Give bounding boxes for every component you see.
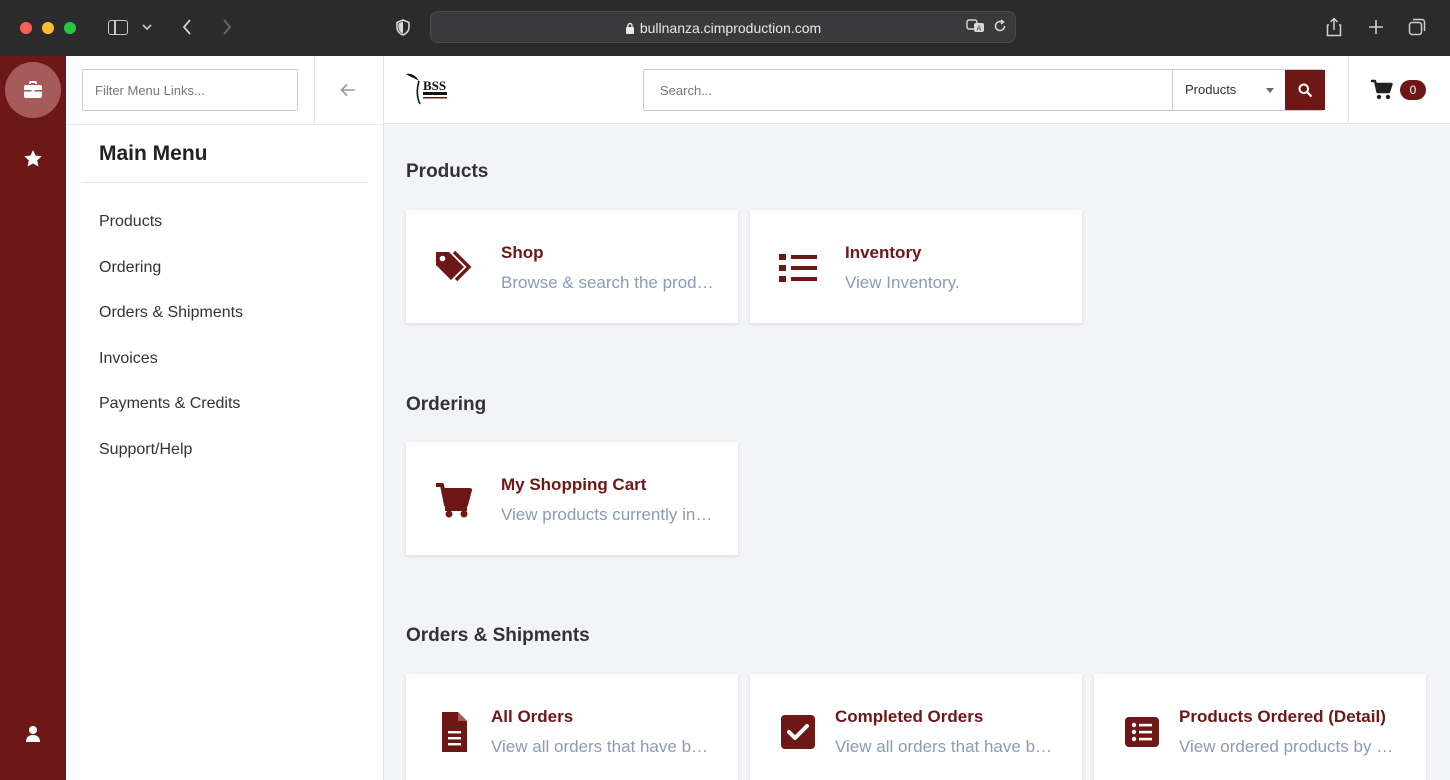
logo-mark-icon: BSS	[406, 73, 447, 105]
menu-title: Main Menu	[99, 142, 208, 165]
card-inventory[interactable]: Inventory View Inventory.	[750, 210, 1082, 323]
check-square-icon	[776, 710, 820, 754]
url-text: bullnanza.cimproduction.com	[431, 20, 1015, 36]
card-description: View all orders that have been placed.	[491, 737, 713, 756]
browser-toolbar: bullnanza.cimproduction.com A	[0, 0, 1450, 56]
section-title-orders-shipments: Orders & Shipments	[406, 625, 590, 646]
tags-icon	[432, 246, 476, 290]
tab-overview-icon[interactable]	[1406, 14, 1428, 40]
app-icon-rail	[0, 56, 66, 780]
back-icon[interactable]	[178, 14, 196, 40]
shopping-cart-icon	[1371, 79, 1393, 100]
card-title: Completed Orders	[835, 707, 984, 726]
card-description: View all orders that have been completed…	[835, 737, 1057, 756]
collapse-menu-button[interactable]	[336, 78, 360, 102]
cart-button[interactable]: 0	[1370, 79, 1430, 103]
card-title: Products Ordered (Detail)	[1179, 707, 1386, 726]
menu-list: Products Ordering Orders & Shipments Inv…	[99, 213, 243, 486]
card-shop[interactable]: Shop Browse & search the products.	[406, 210, 738, 323]
document-icon	[432, 710, 476, 754]
cart-icon	[432, 478, 476, 522]
forward-icon[interactable]	[218, 14, 236, 40]
company-logo[interactable]: BSS	[404, 68, 454, 112]
briefcase-icon	[24, 81, 42, 98]
card-all-orders[interactable]: All Orders View all orders that have bee…	[406, 674, 738, 780]
search-bar: Products	[643, 69, 1325, 111]
share-icon[interactable]	[1324, 14, 1344, 40]
search-input[interactable]	[644, 70, 1172, 110]
section-title-ordering: Ordering	[406, 394, 487, 415]
address-bar[interactable]: bullnanza.cimproduction.com A	[430, 11, 1016, 43]
menu-item-products[interactable]: Products	[99, 213, 243, 259]
menu-item-invoices[interactable]: Invoices	[99, 350, 243, 396]
svg-text:BSS: BSS	[423, 78, 446, 93]
rail-item-menu[interactable]	[5, 62, 61, 118]
svg-text:A: A	[977, 25, 982, 33]
minimize-window-button[interactable]	[42, 22, 54, 34]
card-description: Browse & search the products.	[501, 273, 716, 292]
panel-divider	[314, 56, 315, 124]
zoom-window-button[interactable]	[64, 22, 76, 34]
menu-item-support-help[interactable]: Support/Help	[99, 441, 243, 487]
search-scope-value: Products	[1185, 82, 1237, 97]
card-title: Inventory	[845, 243, 922, 262]
menu-item-payments-credits[interactable]: Payments & Credits	[99, 395, 243, 441]
card-completed-orders[interactable]: Completed Orders View all orders that ha…	[750, 674, 1082, 780]
section-title-products: Products	[406, 161, 489, 182]
new-tab-icon[interactable]	[1366, 14, 1386, 40]
menu-title-divider	[82, 182, 368, 183]
arrow-left-icon	[340, 83, 355, 97]
menu-item-ordering[interactable]: Ordering	[99, 259, 243, 305]
reload-icon[interactable]	[993, 19, 1007, 38]
lock-icon	[625, 22, 634, 34]
chevron-down-icon[interactable]	[140, 14, 154, 40]
card-description: View Inventory.	[845, 273, 960, 292]
card-title: My Shopping Cart	[501, 475, 647, 494]
close-window-button[interactable]	[20, 22, 32, 34]
cart-count-badge: 0	[1400, 80, 1426, 100]
card-description: View ordered products by order.	[1179, 737, 1401, 756]
sidebar-toggle-icon[interactable]	[108, 20, 128, 35]
card-title: All Orders	[491, 707, 574, 726]
list-alt-icon	[1120, 710, 1164, 754]
card-products-ordered-detail[interactable]: Products Ordered (Detail) View ordered p…	[1094, 674, 1426, 780]
card-title: Shop	[501, 243, 544, 262]
menu-item-orders-shipments[interactable]: Orders & Shipments	[99, 304, 243, 350]
rail-item-account[interactable]	[5, 706, 61, 762]
user-icon	[26, 726, 40, 742]
caret-down-icon	[1266, 88, 1274, 93]
app-header: BSS Products 0	[384, 56, 1450, 124]
search-scope-select[interactable]: Products	[1172, 70, 1284, 110]
filter-menu-input[interactable]	[82, 69, 298, 111]
search-button[interactable]	[1285, 70, 1325, 110]
main-menu-panel: Main Menu Products Ordering Orders & Shi…	[66, 56, 384, 780]
card-description: View products currently in your cart.	[501, 505, 716, 524]
header-divider	[1348, 56, 1349, 124]
star-icon	[24, 149, 42, 166]
card-my-shopping-cart[interactable]: My Shopping Cart View products currently…	[406, 442, 738, 555]
list-icon	[776, 246, 820, 290]
translate-icon[interactable]: A	[966, 18, 986, 39]
panel-header-divider	[66, 124, 384, 125]
rail-item-favorites[interactable]	[5, 130, 61, 186]
privacy-shield-icon[interactable]	[394, 14, 412, 40]
search-icon	[1298, 83, 1312, 97]
